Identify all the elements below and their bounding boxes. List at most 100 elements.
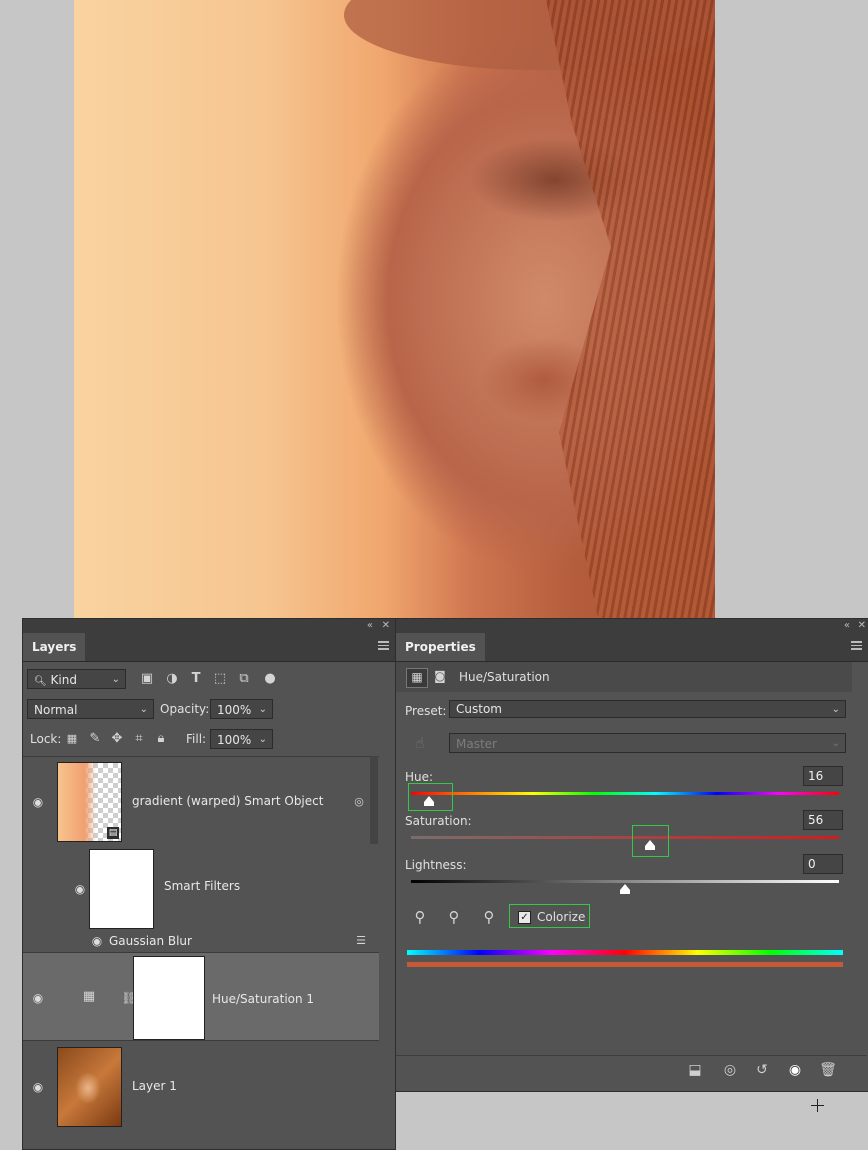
- smart-object-filter-icon[interactable]: ⧉: [236, 671, 252, 687]
- hair-shape: [546, 0, 715, 618]
- lightness-slider-track[interactable]: [411, 880, 839, 883]
- lock-artboard-icon[interactable]: ⌗: [131, 731, 147, 747]
- saturation-input[interactable]: 56: [803, 810, 843, 830]
- pixel-filter-icon[interactable]: ▣: [139, 671, 155, 687]
- lock-image-icon[interactable]: ✎: [87, 731, 103, 747]
- panel-menu-icon[interactable]: [378, 641, 389, 650]
- hue-slider-track[interactable]: [411, 792, 839, 795]
- lightness-input[interactable]: 0: [803, 854, 843, 874]
- gradient-preview: [58, 763, 96, 841]
- tab-layers[interactable]: Layers: [23, 633, 86, 661]
- fill-field[interactable]: 100% ⌄: [210, 729, 273, 749]
- filter-mask-thumbnail: [89, 849, 154, 929]
- lightness-label: Lightness:: [405, 858, 467, 872]
- layer-row-layer-1[interactable]: ◉ Layer 1: [23, 1040, 379, 1130]
- chevron-down-icon: ⌄: [111, 674, 120, 685]
- smart-filter-indicator-icon: ◎: [354, 795, 364, 808]
- type-filter-icon[interactable]: T: [188, 671, 204, 687]
- output-color-bar: [407, 962, 843, 967]
- close-icon[interactable]: ✕: [382, 619, 390, 633]
- preset-dropdown[interactable]: Custom ⌄: [449, 700, 846, 718]
- opacity-field[interactable]: 100% ⌄: [210, 699, 273, 719]
- channel-value: Master: [456, 737, 497, 751]
- fill-label: Fill:: [186, 732, 207, 746]
- layer-row-smart-filters[interactable]: ◉ Smart Filters: [23, 848, 379, 929]
- toggle-visibility-eye-icon[interactable]: ◉: [786, 1062, 804, 1078]
- layer-list: ◉ ▤ gradient (warped) Smart Object ◎ ^ ◉…: [23, 756, 379, 1148]
- collapse-icon[interactable]: «: [367, 619, 373, 633]
- eyedropper-plus-icon[interactable]: ⚲: [446, 909, 462, 925]
- layers-tabbar: Layers: [23, 633, 395, 662]
- layer-name: gradient (warped) Smart Object: [132, 794, 324, 808]
- tab-properties[interactable]: Properties: [396, 633, 485, 661]
- channel-dropdown: Master ⌄: [449, 733, 846, 753]
- layer-thumbnail: [57, 1047, 122, 1127]
- document-canvas[interactable]: [74, 0, 715, 618]
- saturation-slider-track[interactable]: [411, 836, 839, 839]
- adjustment-title: Hue/Saturation: [459, 670, 550, 684]
- fill-value: 100%: [217, 733, 252, 747]
- crosshair-cursor-icon: [811, 1099, 824, 1112]
- filter-name: Gaussian Blur: [109, 934, 192, 948]
- layer-row-smart-object[interactable]: ◉ ▤ gradient (warped) Smart Object ◎ ^: [23, 756, 379, 848]
- input-color-bar: [407, 950, 843, 955]
- blend-mode-label: Normal: [34, 703, 78, 717]
- visibility-eye-icon[interactable]: ◉: [72, 883, 88, 895]
- adjustment-layer-icon: ▦: [82, 989, 96, 1004]
- hue-label: Hue:: [405, 770, 434, 784]
- adjustment-icon[interactable]: ▦: [406, 668, 428, 688]
- properties-tabbar: Properties: [396, 633, 868, 662]
- lock-transparent-icon[interactable]: ▦: [64, 731, 80, 747]
- reset-icon[interactable]: ↺: [753, 1062, 771, 1078]
- cursor-vertical-stroke: [817, 1099, 818, 1112]
- targeted-adjustment-hand-icon: ☝: [415, 734, 425, 752]
- colorize-label: Colorize: [537, 910, 586, 924]
- blend-mode-dropdown[interactable]: Normal ⌄: [27, 699, 154, 719]
- eyedropper-icon[interactable]: ⚲: [412, 909, 428, 925]
- layers-panel-topbar: « ✕: [23, 619, 395, 633]
- delete-trash-icon[interactable]: 🗑︎: [819, 1062, 837, 1078]
- clip-to-layer-icon[interactable]: ⬓: [686, 1062, 704, 1078]
- visibility-eye-icon[interactable]: ◉: [30, 796, 46, 808]
- filter-toggle-icon[interactable]: ●: [262, 671, 278, 687]
- chevron-down-icon: ⌄: [831, 704, 840, 715]
- saturation-label: Saturation:: [405, 814, 472, 828]
- layer-thumbnail: ▤: [57, 762, 122, 842]
- hue-input[interactable]: 16: [803, 766, 843, 786]
- filter-kind-dropdown[interactable]: 🔍︎ Kind ⌄: [27, 669, 126, 689]
- lock-all-icon[interactable]: 🔒︎: [153, 731, 169, 747]
- visibility-eye-icon[interactable]: ◉: [30, 1081, 46, 1093]
- shape-filter-icon[interactable]: ⬚: [212, 671, 228, 687]
- opacity-value: 100%: [217, 703, 252, 717]
- lock-position-icon[interactable]: ✥: [109, 731, 125, 747]
- properties-panel-topbar: « ✕: [396, 619, 868, 633]
- chevron-down-icon: ⌄: [258, 704, 267, 715]
- close-icon[interactable]: ✕: [858, 619, 866, 633]
- adjustment-filter-icon[interactable]: ◑: [164, 671, 180, 687]
- visibility-eye-icon[interactable]: ◉: [89, 935, 105, 947]
- eyedropper-minus-icon[interactable]: ⚲: [481, 909, 497, 925]
- search-icon: 🔍︎: [34, 676, 47, 687]
- layers-scrollbar[interactable]: [370, 756, 378, 844]
- view-previous-state-icon[interactable]: ◎: [721, 1062, 739, 1078]
- mask-icon[interactable]: ◙: [430, 668, 450, 686]
- smart-object-badge-icon: ▤: [107, 827, 119, 839]
- layer-name: Layer 1: [132, 1079, 177, 1093]
- preset-value: Custom: [456, 702, 502, 716]
- colorize-checkbox[interactable]: ✓: [518, 911, 531, 924]
- panel-menu-icon[interactable]: [851, 641, 862, 650]
- chevron-down-icon: ⌄: [139, 704, 148, 715]
- collapse-icon[interactable]: «: [844, 619, 850, 633]
- opacity-label: Opacity:: [160, 702, 210, 716]
- layer-row-hue-saturation[interactable]: ◉ ▦ ⛓︎ Hue/Saturation 1: [23, 952, 379, 1040]
- visibility-eye-icon[interactable]: ◉: [30, 992, 46, 1004]
- smart-filters-label: Smart Filters: [164, 879, 241, 893]
- layer-mask-thumbnail[interactable]: [133, 956, 205, 1040]
- lock-label: Lock:: [30, 732, 62, 746]
- preset-label: Preset:: [405, 704, 447, 718]
- filter-blending-options-icon[interactable]: ☰: [353, 933, 369, 949]
- chevron-down-icon: ⌄: [258, 734, 267, 745]
- layer-row-gaussian-blur[interactable]: ◉ Gaussian Blur ☰: [23, 930, 379, 952]
- chevron-down-icon: ⌄: [831, 738, 840, 749]
- layer-name: Hue/Saturation 1: [212, 992, 315, 1006]
